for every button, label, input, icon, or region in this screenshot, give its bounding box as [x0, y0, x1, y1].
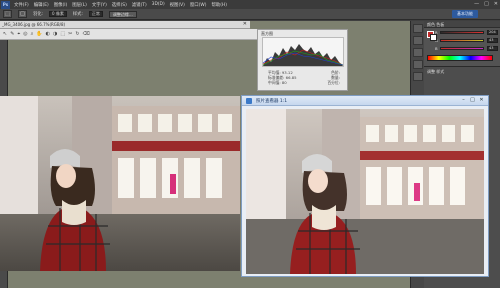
- brush-presets-icon[interactable]: [413, 48, 423, 57]
- viewer-title: 照片查看器 1:1: [256, 99, 288, 104]
- menu-3d[interactable]: 3D(D): [152, 2, 165, 8]
- document-tab[interactable]: _MG_3406.jpg @ 66.7%(RGB/8) ✕: [0, 21, 250, 29]
- maximize-button[interactable]: □: [484, 1, 489, 7]
- stat-median: 中间值: 80: [268, 80, 287, 85]
- histogram-graph: [262, 37, 344, 67]
- menu-bar: Ps 文件(F) 编辑(E) 图像(I) 图层(L) 文字(Y) 选择(S) 滤…: [0, 0, 500, 9]
- viewer-title-bar[interactable]: 照片查看器 1:1 – □ ✕: [242, 96, 488, 106]
- adjustments-label: 调整 样式: [427, 69, 445, 74]
- red-slider[interactable]: [440, 31, 484, 34]
- red-value[interactable]: 204: [487, 30, 498, 35]
- blue-slider[interactable]: [440, 47, 484, 50]
- menu-type[interactable]: 文字(Y): [92, 2, 107, 8]
- background-color-swatch[interactable]: [430, 34, 437, 41]
- dodge-icon[interactable]: ◐: [46, 31, 50, 37]
- rotate-icon[interactable]: ↻: [75, 31, 79, 37]
- menu-view[interactable]: 视图(V): [170, 2, 185, 8]
- menu-filter[interactable]: 滤镜(T): [132, 2, 147, 8]
- viewer-minimize-icon[interactable]: –: [459, 97, 468, 104]
- viewer-maximize-icon[interactable]: □: [468, 97, 477, 104]
- viewer-app-icon: [246, 98, 252, 104]
- photo-scene-processed: [246, 109, 484, 274]
- close-button[interactable]: ✕: [494, 1, 498, 7]
- style-select[interactable]: 正常: [88, 11, 103, 17]
- color-spectrum-bar[interactable]: [427, 55, 493, 61]
- crop-icon[interactable]: ⬚: [60, 31, 65, 37]
- hand-icon[interactable]: ✋: [36, 31, 42, 37]
- new-selection-icon[interactable]: □: [18, 10, 27, 18]
- style-label: 样式:: [72, 12, 83, 17]
- color-panel-tabs[interactable]: 颜色 色板: [424, 21, 500, 28]
- green-slider[interactable]: [440, 39, 484, 42]
- menu-help[interactable]: 帮助(H): [211, 2, 227, 8]
- marquee-tool-icon[interactable]: ⬚: [3, 10, 12, 18]
- refine-edge-button[interactable]: 调整边缘...: [108, 10, 137, 18]
- menu-file[interactable]: 文件(F): [14, 2, 29, 8]
- photoshop-logo: Ps: [1, 0, 10, 9]
- window-controls: — □ ✕: [474, 1, 498, 7]
- menu-image[interactable]: 图像(I): [54, 2, 68, 8]
- actions-icon[interactable]: [413, 36, 423, 45]
- workspace-button[interactable]: 基本功能: [452, 10, 478, 18]
- viewer-image[interactable]: [246, 109, 484, 274]
- eraser-icon[interactable]: ⌫: [83, 31, 90, 37]
- stat-percentile: 百分位:: [327, 80, 340, 85]
- histogram-panel: 直方图 平均值: 93.12 色阶: 标准偏差: 66.85 数量: 中间值: 80…: [257, 29, 348, 91]
- photo-viewer-window: 照片查看器 1:1 – □ ✕: [241, 95, 489, 277]
- document-image[interactable]: [0, 96, 240, 271]
- histogram-stats: 平均值: 93.12 色阶: 标准偏差: 66.85 数量: 中间值: 80 百分位:: [268, 70, 340, 85]
- green-value[interactable]: 43: [487, 38, 498, 43]
- minimize-button[interactable]: —: [474, 1, 479, 7]
- burn-icon[interactable]: ◑: [53, 31, 57, 37]
- zoom-icon[interactable]: ⌕: [31, 31, 34, 37]
- history-icon[interactable]: [413, 24, 423, 33]
- main-menu: 文件(F) 编辑(E) 图像(I) 图层(L) 文字(Y) 选择(S) 滤镜(T…: [14, 2, 227, 8]
- cut-icon[interactable]: ✂: [68, 31, 72, 37]
- character-icon[interactable]: [413, 60, 423, 69]
- menu-window[interactable]: 窗口(W): [190, 2, 207, 8]
- move-icon[interactable]: ↖: [3, 31, 7, 37]
- color-tab-label: 颜色 色板: [427, 22, 445, 27]
- close-icon[interactable]: ✕: [243, 21, 247, 27]
- histogram-chart-icon: [262, 44, 344, 66]
- paragraph-icon[interactable]: [413, 72, 423, 81]
- feather-field[interactable]: 0 像素: [49, 11, 67, 17]
- brush-icon[interactable]: ✎: [10, 31, 14, 37]
- document-toolbar: ↖ ✎ ⌖ ◎ ⌕ ✋ ◐ ◑ ⬚ ✂ ↻ ⌫: [0, 29, 257, 40]
- menu-layer[interactable]: 图层(L): [72, 2, 87, 8]
- photo-scene: [0, 96, 240, 271]
- blue-value[interactable]: 43: [487, 46, 498, 51]
- menu-select[interactable]: 选择(S): [112, 2, 127, 8]
- document-tab-label: _MG_3406.jpg @ 66.7%(RGB/8): [2, 22, 66, 27]
- menu-edit[interactable]: 编辑(E): [34, 2, 49, 8]
- options-bar: ⬚ □ 羽化: 0 像素 样式: 正常 调整边缘...: [0, 9, 500, 20]
- blue-label: B: [435, 46, 438, 51]
- feather-label: 羽化:: [33, 12, 44, 17]
- viewer-close-icon[interactable]: ✕: [477, 97, 486, 104]
- target-icon[interactable]: ⌖: [17, 31, 20, 37]
- lasso-icon[interactable]: ◎: [23, 31, 27, 37]
